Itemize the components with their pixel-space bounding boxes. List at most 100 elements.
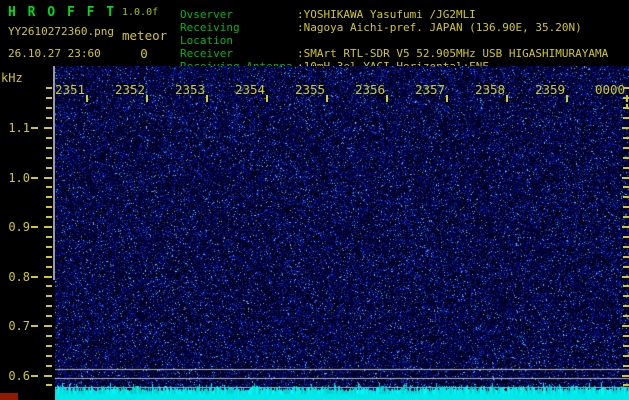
app-title: H R O F F T [8,5,117,20]
y-axis-tick-right [623,186,629,189]
hrofft-app-window: H R O F F T 1.0.0f YY2610272360.png mete… [0,0,629,400]
y-axis-tick-right [623,364,629,367]
y-axis-tick [46,344,52,347]
y-axis-label-dash [31,176,38,179]
y-axis-tick [46,156,52,159]
y-axis-tick-right [623,235,629,238]
y-axis-label: 0.8 [8,269,30,284]
x-axis-tick [626,95,628,102]
y-axis-tick [46,255,52,258]
y-axis-tick [46,285,52,288]
y-axis-label: 0.7 [8,319,30,333]
y-axis-tick [46,186,52,189]
y-axis-label-dash [31,325,38,327]
y-axis-tick-right [622,176,629,179]
output-filename: YY2610272360.png [8,25,114,38]
y-axis-tick [44,275,52,278]
y-axis-tick [46,107,52,110]
x-axis-time-label: 2353 [174,82,206,97]
x-axis-tick [566,95,568,102]
y-axis-tick-right [623,136,629,139]
y-axis-tick [46,245,52,248]
y-axis-tick [46,117,52,120]
y-axis-tick-right [623,107,629,110]
y-axis-tick [46,136,52,139]
y-axis-tick [46,216,52,219]
x-axis-time-label: 2356 [354,82,386,97]
y-axis-tick-right [623,295,629,298]
x-axis-tick [386,95,388,102]
y-axis-tick-right [623,166,629,169]
meteor-count-value: 0 [140,46,148,61]
x-axis-time-label: 0000 [594,82,626,97]
y-axis-tick [46,315,52,318]
y-axis-tick [44,127,52,129]
y-axis-tick [44,374,52,377]
y-axis-label: 0.6 [8,368,30,383]
y-axis-tick [46,305,52,308]
y-axis-tick [46,295,52,298]
station-info-label: Ovserver [180,8,233,21]
y-axis-tick-right [623,265,629,268]
meteor-count-label: meteor [122,28,168,43]
x-axis-time-label: 2359 [534,82,566,97]
y-axis-tick-right [622,325,629,327]
app-version: 1.0.0f [122,7,159,18]
y-axis-label-dash [31,127,38,129]
y-axis-tick [46,384,52,387]
y-axis-tick [44,325,52,327]
y-axis-tick [46,364,52,367]
y-axis-tick-right [623,384,629,387]
station-info-row: Receiver:SMArt RTL-SDR V5 52.905MHz USB … [180,47,608,60]
y-axis-tick-right [623,305,629,308]
y-axis-tick [46,265,52,268]
spectrogram-canvas [55,66,629,400]
y-axis-tick-right [623,206,629,209]
y-axis-tick [44,176,52,179]
bottom-left-red-marker [0,393,18,400]
x-axis-tick [506,95,508,102]
x-axis-time-label: 2357 [414,82,446,97]
x-axis-end-tick [626,104,628,107]
y-axis-tick-right [622,226,629,228]
y-axis-label-dash [31,275,38,278]
y-axis-label: 1.0 [8,170,30,185]
x-axis-tick [86,95,88,102]
y-axis-tick-right [623,196,629,199]
y-axis-tick-right [623,315,629,318]
station-info-label: Receiver [180,47,233,60]
y-axis-unit-label: kHz [1,71,23,85]
y-axis-tick [46,196,52,199]
x-axis-tick [446,95,448,102]
left-edge-marker-line [53,66,55,280]
x-axis-time-label: 2355 [294,82,326,97]
x-axis-time-label: 2358 [474,82,506,97]
y-axis-tick-right [623,156,629,159]
y-axis-tick [46,97,52,100]
x-axis-tick [326,95,328,102]
station-info-value: :YOSHIKAWA Yasufumi /JG2MLI [297,8,476,21]
y-axis-label-dash [31,374,38,377]
y-axis-tick [44,226,52,228]
y-axis-tick [46,146,52,149]
y-axis-tick [46,206,52,209]
x-axis-tick [266,95,268,102]
x-axis-time-label: 2352 [114,82,146,97]
y-axis-tick [46,334,52,337]
x-axis-time-label: 2354 [234,82,266,97]
y-axis-tick-right [623,216,629,219]
station-info-table: Ovserver:YOSHIKAWA Yasufumi /JG2MLI Recei… [180,8,608,73]
y-axis-tick-right [623,285,629,288]
y-axis-tick-right [623,344,629,347]
station-info-row: Ovserver :YOSHIKAWA Yasufumi /JG2MLI [180,8,608,21]
y-axis-label: 1.1 [8,121,30,135]
y-axis-tick-right [623,255,629,258]
station-info-value: :Nagoya Aichi-pref. JAPAN (136.90E, 35.2… [297,21,582,34]
station-info-row: Receiving Location:Nagoya Aichi-pref. JA… [180,21,608,47]
y-axis-tick-right [623,354,629,357]
y-axis-tick-right [623,334,629,337]
y-axis-tick-right [622,275,629,278]
y-axis-tick-right [623,146,629,149]
y-axis-tick-right [623,245,629,248]
y-axis-tick [46,354,52,357]
